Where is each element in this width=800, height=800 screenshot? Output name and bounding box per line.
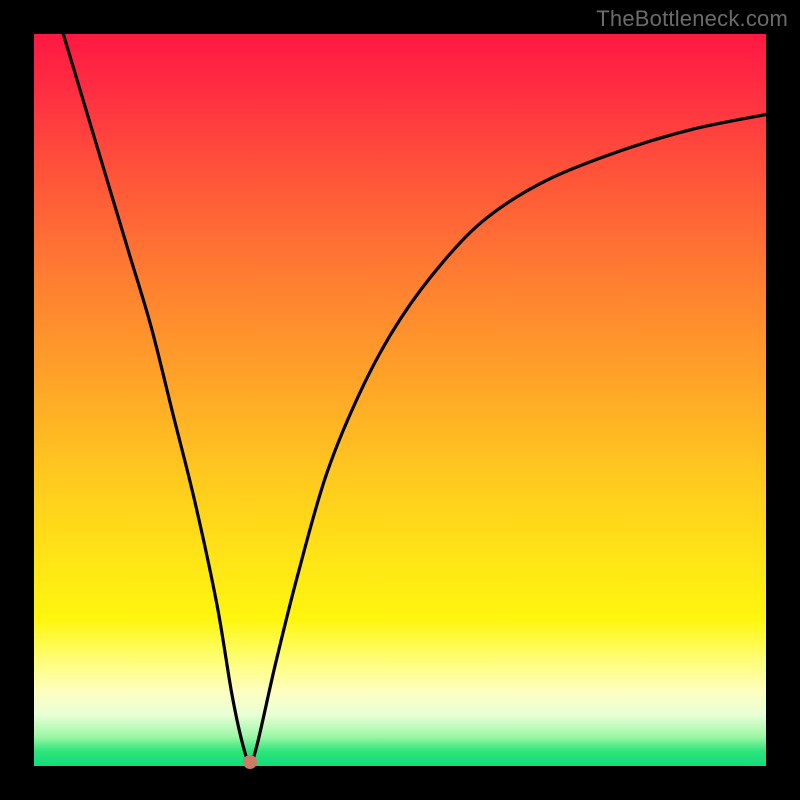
chart-frame: TheBottleneck.com: [0, 0, 800, 800]
plot-area: [34, 34, 766, 766]
bottleneck-curve: [34, 34, 766, 766]
watermark-text: TheBottleneck.com: [596, 6, 788, 32]
minimum-marker-icon: [243, 755, 257, 769]
